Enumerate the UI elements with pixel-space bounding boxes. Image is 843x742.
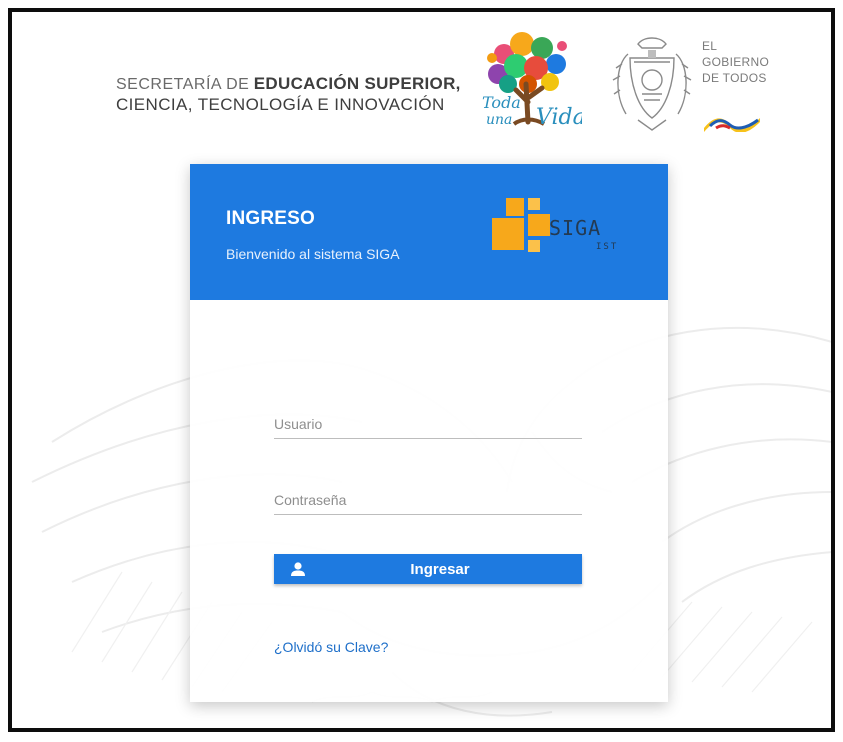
ingresar-button[interactable]: Ingresar	[274, 554, 582, 584]
ingresar-button-label: Ingresar	[410, 561, 470, 578]
flag-swoosh-icon	[704, 118, 760, 132]
password-field	[274, 492, 582, 515]
siga-logo-text: SIGA	[549, 216, 602, 240]
secretaria-line2: CIENCIA, TECNOLOGÍA E INNOVACIÓN	[116, 95, 445, 114]
siga-logo-subtext: IST	[596, 242, 619, 252]
coat-of-arms-icon	[612, 37, 692, 131]
toda-una-vida-logo: Toda una Vida	[482, 32, 582, 130]
toda-text: Toda	[482, 93, 521, 112]
vida-text: Vida	[536, 105, 582, 130]
secretaria-line1: SECRETARÍA DE EDUCACIÓN SUPERIOR,	[116, 74, 461, 93]
forgot-password-link[interactable]: ¿Olvidó su Clave?	[274, 639, 388, 655]
una-text: una	[486, 112, 512, 128]
username-input[interactable]	[274, 416, 582, 432]
login-subtitle: Bienvenido al sistema SIGA	[226, 246, 400, 262]
gobierno-de-todos-logo: EL GOBIERNO DE TODOS	[702, 39, 770, 85]
login-title: INGRESO	[226, 208, 316, 229]
page-frame: SECRETARÍA DE EDUCACIÓN SUPERIOR, CIENCI…	[8, 8, 835, 732]
login-card: INGRESO Bienvenido al sistema SIGA SIGA …	[190, 164, 668, 702]
username-field	[274, 416, 582, 439]
secretaria-logo: SECRETARÍA DE EDUCACIÓN SUPERIOR, CIENCI…	[116, 74, 461, 115]
login-card-header: INGRESO Bienvenido al sistema SIGA SIGA …	[190, 164, 668, 300]
password-input[interactable]	[274, 492, 582, 508]
